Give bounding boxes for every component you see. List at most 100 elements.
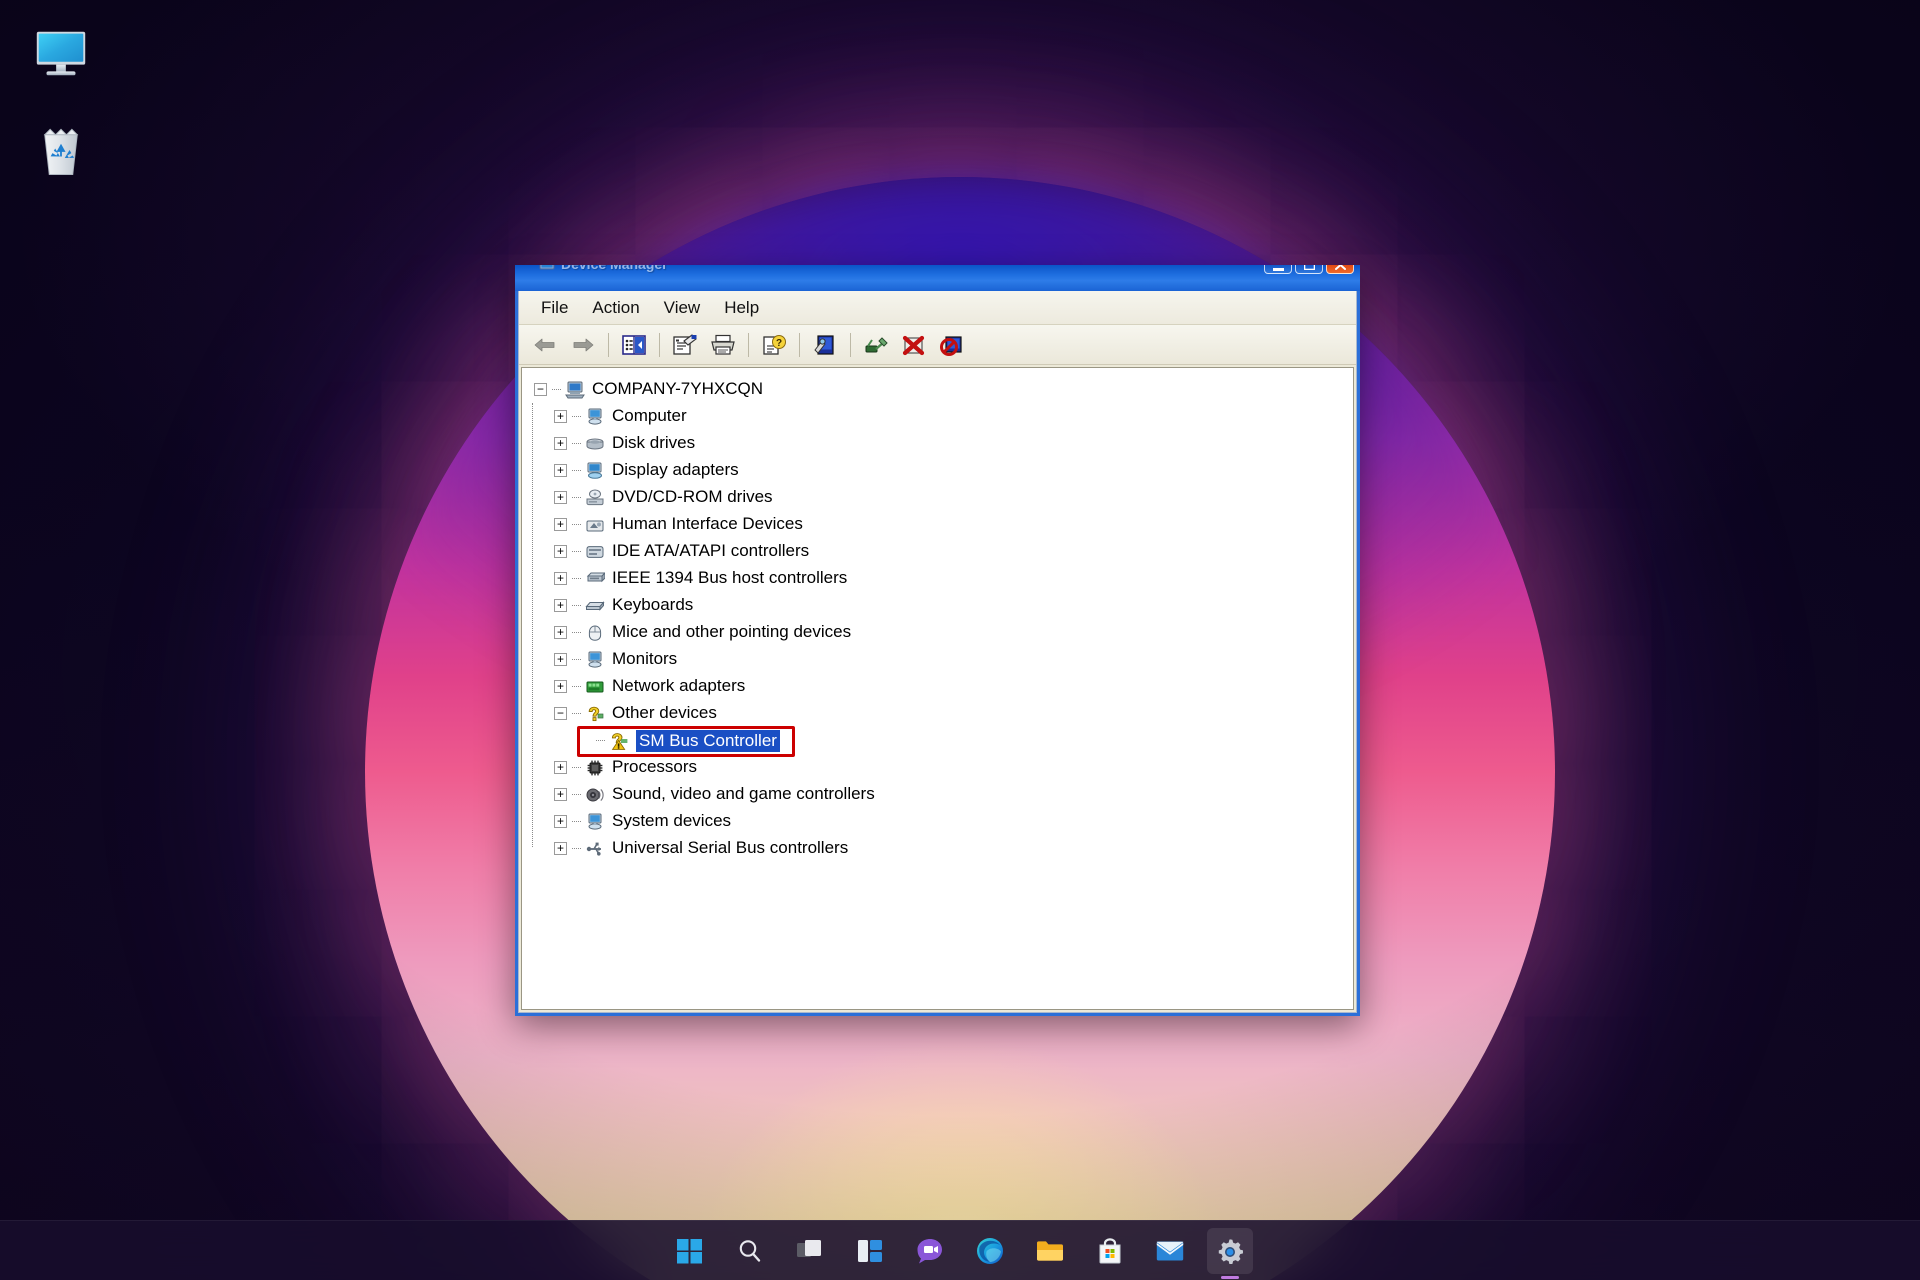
tree-node-row[interactable]: + IDE ATA/ATAPI controllers [532, 538, 1353, 565]
tree-connector [572, 605, 581, 606]
tree-node-row[interactable]: + Monitors [532, 646, 1353, 673]
tree-connector [552, 389, 561, 390]
taskbar-widgets-button[interactable] [847, 1228, 893, 1274]
taskbar-settings-button[interactable] [1207, 1227, 1253, 1279]
taskbar-search-button[interactable] [727, 1228, 773, 1274]
properties-button[interactable] [667, 329, 703, 361]
taskbar-mail-button[interactable] [1147, 1228, 1193, 1274]
taskbar-store-button[interactable] [1087, 1228, 1133, 1274]
update-driver-button[interactable] [807, 329, 843, 361]
disk-drive-icon [584, 434, 606, 454]
tree-expander[interactable]: + [554, 464, 567, 477]
tree-node-label: Display adapters [612, 460, 739, 479]
minimize-icon [1272, 268, 1284, 271]
processor-icon [584, 758, 606, 778]
tree-expander[interactable]: + [554, 572, 567, 585]
tree-connector [572, 416, 581, 417]
tree-node-row[interactable]: + Processors [532, 754, 1353, 781]
tree-node-row[interactable]: + Network adapters [532, 673, 1353, 700]
forward-arrow-icon [573, 338, 594, 351]
taskbar-task-view-button[interactable] [787, 1228, 833, 1274]
tree-node-row[interactable]: + Sound, video and game controllers [532, 781, 1353, 808]
tree-node-row[interactable]: + System devices [532, 808, 1353, 835]
tree-node-row[interactable]: + Display adapters [532, 457, 1353, 484]
taskbar-chat-button[interactable] [907, 1228, 953, 1274]
tree-node-row[interactable]: + Keyboards [532, 592, 1353, 619]
tree-node-row[interactable]: + Computer [532, 403, 1353, 430]
menu-item-file[interactable]: File [529, 294, 580, 322]
scan-hardware-changes-button[interactable] [858, 329, 894, 361]
usb-icon [584, 839, 606, 859]
tree-expander[interactable]: + [554, 680, 567, 693]
properties-icon [673, 333, 697, 355]
other-devices-icon [584, 704, 606, 724]
root-collapse-toggle[interactable]: − [534, 383, 547, 396]
tree-node-row[interactable]: + Mice and other pointing devices [532, 619, 1353, 646]
tree-node-row[interactable]: + Universal Serial Bus controllers [532, 835, 1353, 862]
tree-node-label: Mice and other pointing devices [612, 622, 852, 641]
tree-node-label: Computer [612, 406, 687, 425]
back-button[interactable] [527, 329, 563, 361]
chat-teams-icon [917, 1238, 942, 1263]
tree-node-row[interactable]: + Human Interface Devices [532, 511, 1353, 538]
menu-item-view[interactable]: View [652, 294, 713, 322]
tree-expander[interactable]: + [554, 626, 567, 639]
tree-expander[interactable]: + [554, 491, 567, 504]
tree-node-row[interactable]: + Disk drives [532, 430, 1353, 457]
window-title: Device Manager [561, 265, 668, 272]
toolbar-separator [608, 332, 609, 357]
taskbar[interactable] [0, 1220, 1920, 1280]
tree-expander[interactable]: + [554, 545, 567, 558]
recycle-bin-icon [43, 128, 79, 176]
tree-expander[interactable]: + [554, 437, 567, 450]
tree-connector [572, 470, 581, 471]
taskbar-edge-button[interactable] [967, 1228, 1013, 1274]
toolbar-separator [748, 332, 749, 357]
tree-expander[interactable]: + [554, 842, 567, 855]
uninstall-device-button[interactable] [896, 329, 932, 361]
tree-expander[interactable]: + [554, 599, 567, 612]
scan-hardware-icon [865, 336, 888, 352]
window-titlebar[interactable]: Device Manager [515, 265, 1360, 291]
show-hide-console-tree-button[interactable] [616, 329, 652, 361]
desktop-icon-this-pc[interactable] [24, 22, 98, 84]
print-button[interactable] [705, 329, 741, 361]
tree-expander[interactable]: + [554, 410, 567, 423]
tree-connector [572, 632, 581, 633]
close-icon [1334, 265, 1346, 270]
forward-button[interactable] [565, 329, 601, 361]
tree-connector [572, 686, 581, 687]
tree-node-row[interactable]: − Other devices [532, 700, 1353, 727]
close-button[interactable] [1326, 265, 1354, 274]
menu-bar: File Action View Help [519, 291, 1356, 325]
menu-item-help[interactable]: Help [712, 294, 771, 322]
device-tree[interactable]: − COMPANY-7YHXCQN + Computer + Disk drives +… [521, 367, 1354, 1010]
tree-expander[interactable]: − [554, 707, 567, 720]
tree-node-row[interactable]: + DVD/CD-ROM drives [532, 484, 1353, 511]
desktop-icon-recycle-bin[interactable] [24, 122, 98, 180]
taskbar-start-button[interactable] [667, 1228, 713, 1274]
disable-device-button[interactable] [934, 329, 970, 361]
tree-node-row[interactable]: SM Bus Controller [532, 727, 1353, 754]
tree-expander[interactable]: + [554, 815, 567, 828]
folder-icon [1037, 1240, 1063, 1261]
device-manager-window[interactable]: Device Manager File Action View Help [515, 265, 1360, 1016]
sound-icon [584, 785, 606, 805]
help-document-icon: ? [763, 334, 786, 355]
tree-root-row[interactable]: − COMPANY-7YHXCQN [532, 376, 1353, 403]
tree-expander[interactable]: + [554, 761, 567, 774]
taskbar-file-explorer-button[interactable] [1027, 1228, 1073, 1274]
maximize-button[interactable] [1295, 265, 1323, 274]
tree-node-row[interactable]: + IEEE 1394 Bus host controllers [532, 565, 1353, 592]
tree-expander[interactable]: + [554, 653, 567, 666]
tree-connector [572, 767, 581, 768]
update-driver-icon [814, 334, 834, 355]
menu-item-action[interactable]: Action [580, 294, 651, 322]
help-button[interactable]: ? [756, 329, 792, 361]
tree-connector [572, 848, 581, 849]
toolbar-separator [850, 332, 851, 357]
tree-expander[interactable]: + [554, 518, 567, 531]
tree-expander[interactable]: + [554, 788, 567, 801]
tree-node-label: Disk drives [612, 433, 696, 452]
minimize-button[interactable] [1264, 265, 1292, 274]
